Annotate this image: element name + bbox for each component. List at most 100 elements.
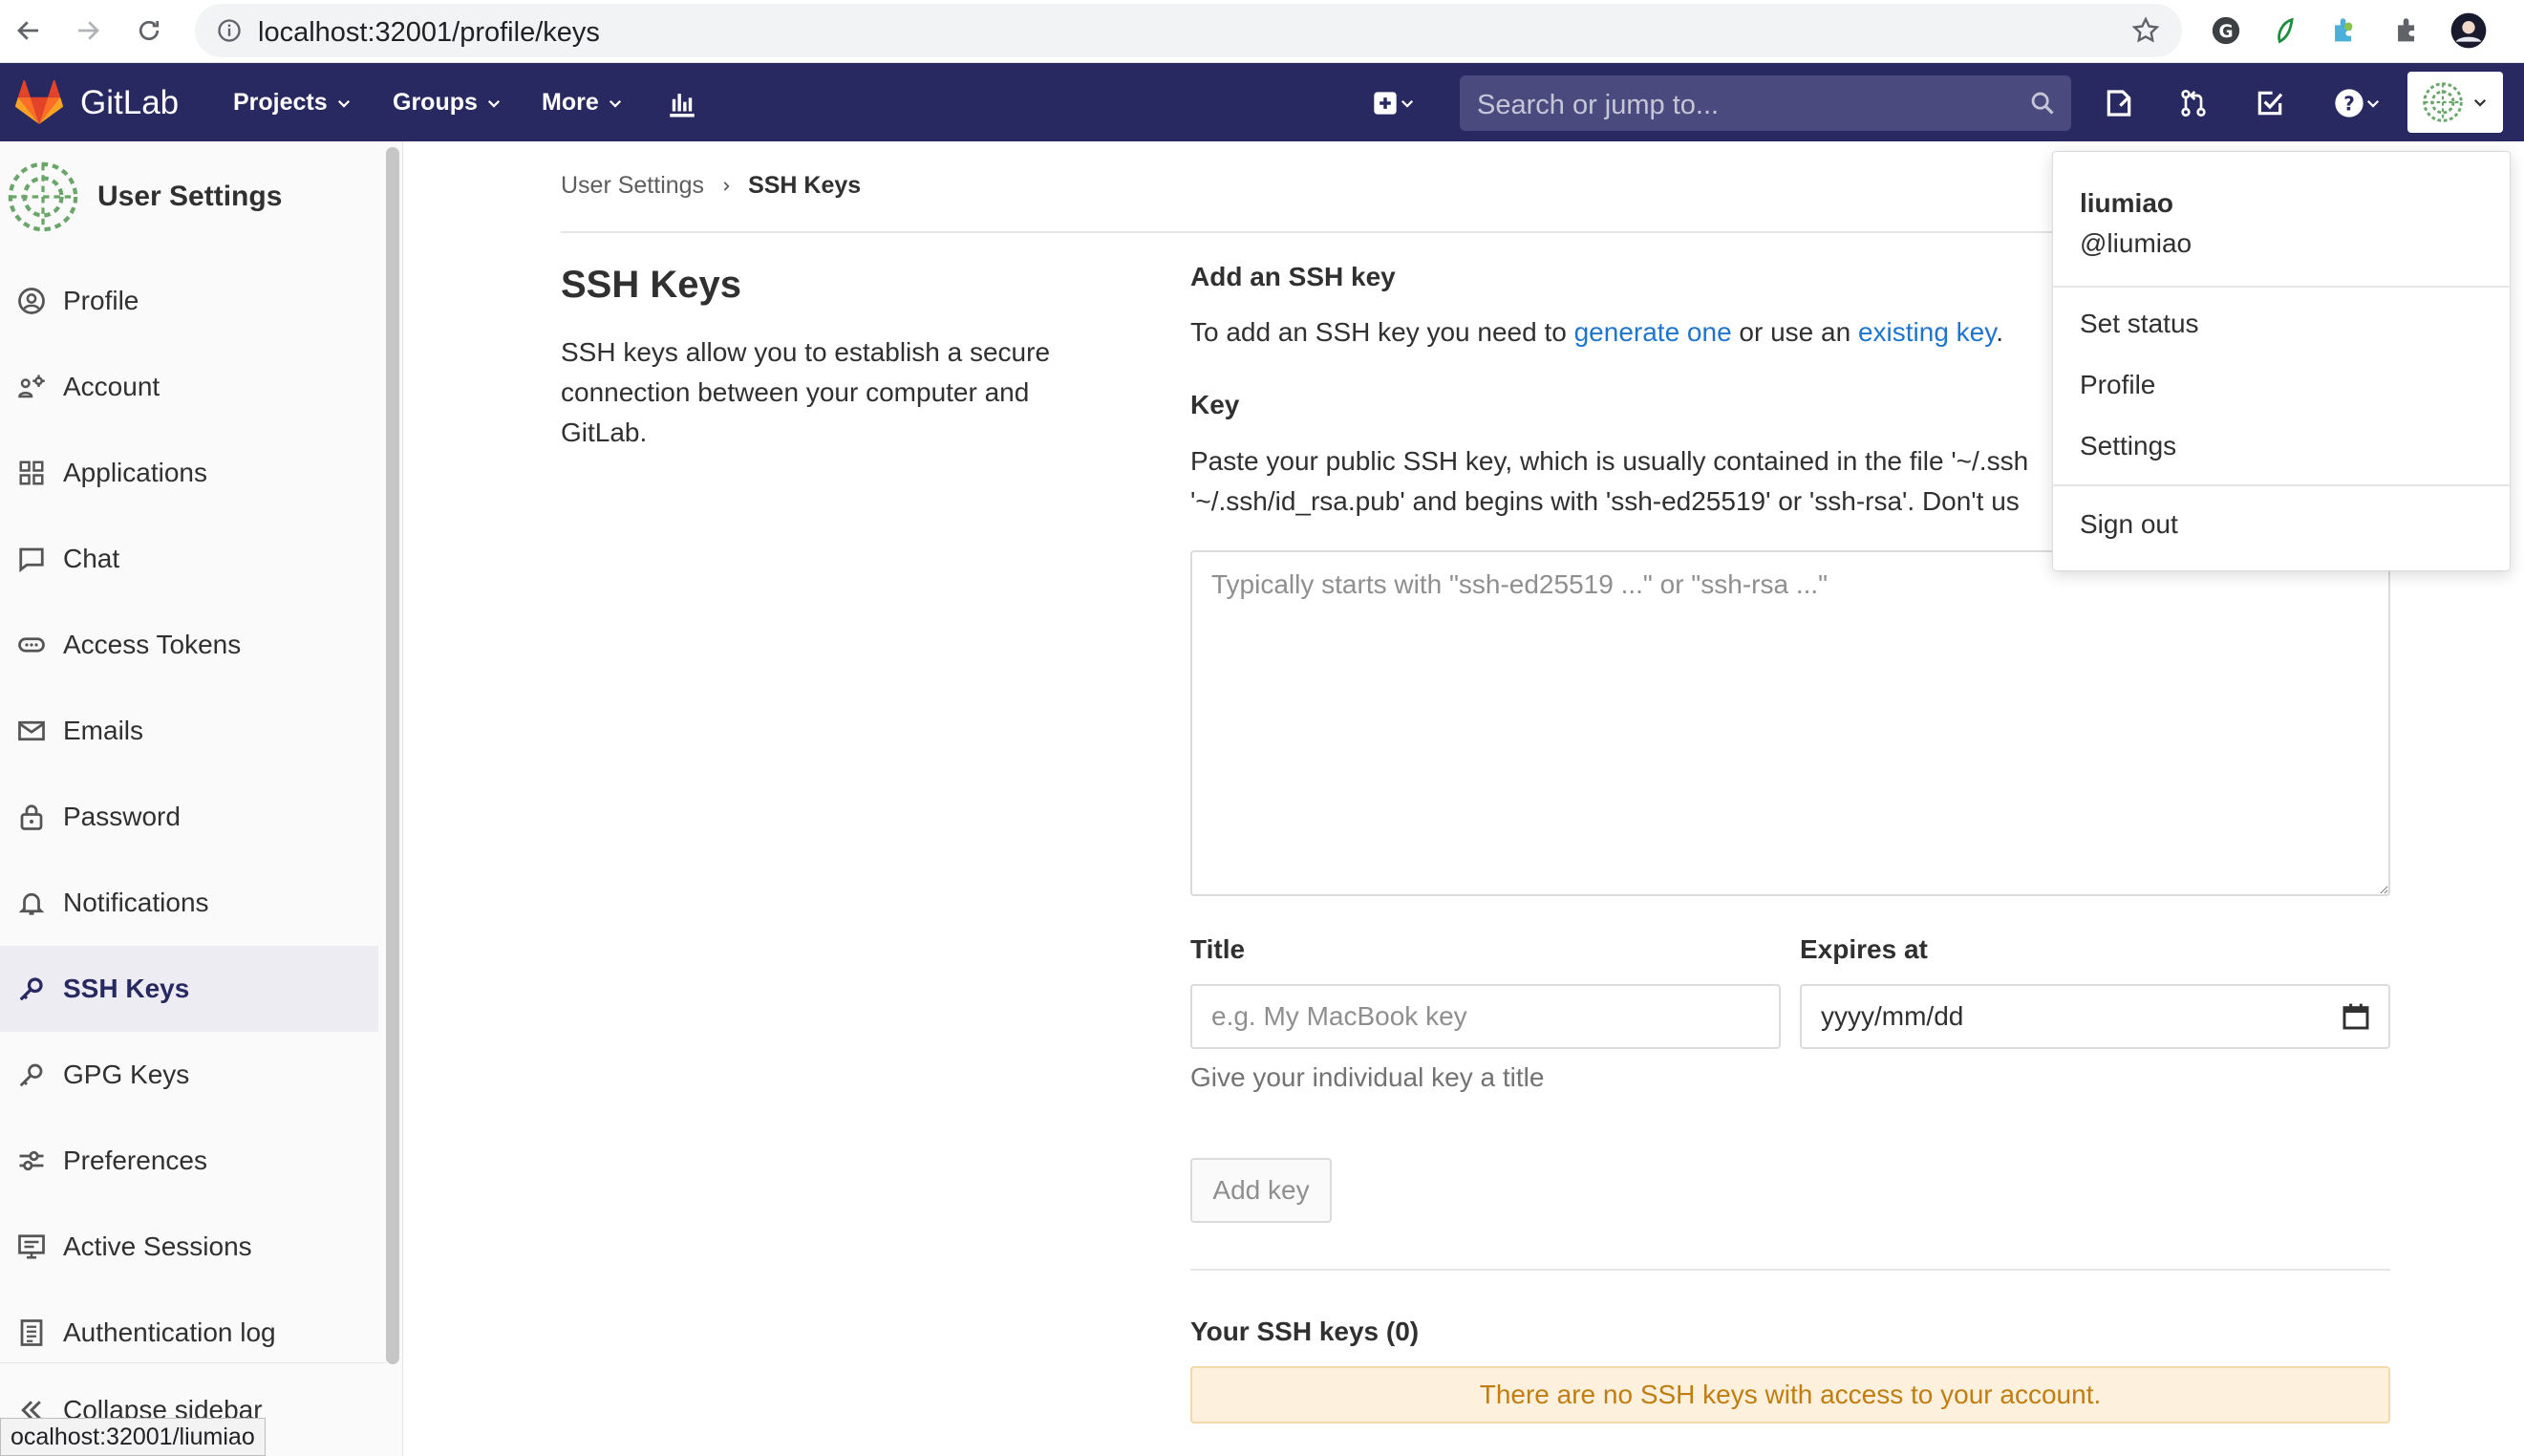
sidebar-item-applications[interactable]: Applications: [0, 430, 378, 516]
forward-button[interactable]: [69, 11, 107, 50]
add-ssh-key-instructions: To add an SSH key you need to generate o…: [1190, 317, 2003, 348]
existing-key-link[interactable]: existing key: [1858, 317, 1996, 347]
menu-projects-label: Projects: [233, 89, 328, 116]
issues-button[interactable]: [2098, 82, 2140, 124]
breadcrumb-current[interactable]: SSH Keys: [748, 172, 861, 200]
generate-one-link[interactable]: generate one: [1574, 317, 1732, 347]
chevron-down-icon: [2473, 98, 2487, 107]
add-key-button[interactable]: Add key: [1190, 1158, 1332, 1223]
user-dropdown-menu: liumiao @liumiao Set status Profile Sett…: [2052, 151, 2511, 571]
site-info-icon[interactable]: [216, 17, 243, 49]
sidebar-item-label: Account: [63, 372, 160, 401]
extension-puzzle-color-icon[interactable]: [2325, 11, 2364, 50]
chevron-right-icon: [723, 181, 730, 191]
sidebar-item-gpg-keys[interactable]: GPG Keys: [0, 1032, 378, 1118]
menu-more[interactable]: More: [542, 89, 624, 117]
chevron-down-icon: [609, 99, 621, 108]
lock-icon: [15, 801, 48, 833]
no-keys-alert: There are no SSH keys with access to you…: [1190, 1366, 2390, 1424]
bell-icon: [15, 887, 48, 919]
sign-out-item[interactable]: Sign out: [2080, 509, 2178, 540]
issues-icon: [2107, 90, 2131, 117]
section-divider: [1190, 1269, 2390, 1271]
applications-icon: [15, 457, 48, 489]
dropdown-user-name[interactable]: liumiao: [2080, 188, 2173, 219]
sidebar-header[interactable]: User Settings: [6, 161, 378, 233]
sidebar-item-label: Chat: [63, 544, 120, 573]
reload-button[interactable]: [130, 11, 168, 50]
sidebar-item-active-sessions[interactable]: Active Sessions: [0, 1204, 378, 1290]
ssh-key-textarea[interactable]: [1190, 550, 2390, 896]
key-icon: [15, 1059, 48, 1091]
user-avatar-button[interactable]: [2407, 72, 2503, 133]
settings-sidebar: User Settings Profile Account Applicatio…: [0, 141, 403, 1456]
key-icon: [15, 973, 48, 1005]
sidebar-item-ssh-keys[interactable]: SSH Keys: [0, 946, 378, 1032]
sidebar-item-access-tokens[interactable]: Access Tokens: [0, 602, 378, 688]
bookmark-star-icon[interactable]: [2130, 15, 2161, 51]
sidebar-title: User Settings: [97, 181, 283, 212]
settings-item[interactable]: Settings: [2080, 431, 2176, 461]
chevron-down-icon: [487, 99, 500, 108]
sidebar-item-account[interactable]: Account: [0, 344, 378, 430]
menu-projects[interactable]: Projects: [233, 89, 353, 117]
search-placeholder: Search or jump to...: [1477, 90, 1720, 120]
extensions-puzzle-icon[interactable]: [2388, 11, 2427, 50]
expires-placeholder: yyyy/mm/dd: [1821, 1001, 1964, 1031]
sidebar-item-label: Notifications: [63, 888, 209, 917]
chevron-down-icon: [337, 99, 350, 108]
title-label: Title: [1190, 934, 1246, 964]
menu-more-label: More: [542, 89, 599, 116]
profile-item[interactable]: Profile: [2080, 370, 2155, 400]
sidebar-item-label: Profile: [63, 286, 139, 315]
sidebar-item-emails[interactable]: Emails: [0, 688, 378, 774]
extension-grammar-icon[interactable]: G: [2207, 11, 2245, 50]
key-help-line-2: '~/.ssh/id_rsa.pub' and begins with 'ssh…: [1190, 486, 2020, 516]
search-input[interactable]: Search or jump to...: [1460, 75, 2071, 131]
title-input[interactable]: e.g. My MacBook key: [1190, 984, 1781, 1049]
sidebar-item-profile[interactable]: Profile: [0, 258, 378, 344]
sidebar-scrollbar[interactable]: [386, 147, 399, 1364]
sidebar-item-password[interactable]: Password: [0, 774, 378, 860]
dropdown-username[interactable]: @liumiao: [2080, 228, 2192, 259]
gitlab-logo-icon[interactable]: [15, 80, 63, 129]
user-avatar-icon: [2423, 82, 2463, 122]
back-button[interactable]: [10, 11, 48, 50]
activity-chart-button[interactable]: [661, 82, 703, 124]
todos-button[interactable]: [2249, 82, 2291, 124]
browser-toolbar: localhost:32001/profile/keys G: [0, 0, 2524, 63]
sidebar-item-label: Applications: [63, 458, 207, 487]
menu-groups[interactable]: Groups: [393, 89, 503, 117]
help-button[interactable]: ?: [2321, 82, 2394, 124]
breadcrumb-parent[interactable]: User Settings: [561, 172, 704, 200]
chevron-down-icon: [2366, 99, 2380, 108]
your-ssh-keys-heading: Your SSH keys (0): [1190, 1317, 1420, 1346]
new-item-button[interactable]: [1360, 82, 1427, 124]
bar-chart-icon: [670, 94, 695, 118]
plus-square-icon: [1374, 92, 1397, 115]
instructions-middle: or use an: [1731, 317, 1858, 347]
gitlab-brand[interactable]: GitLab: [80, 84, 179, 122]
set-status-item[interactable]: Set status: [2080, 309, 2199, 339]
sidebar-item-preferences[interactable]: Preferences: [0, 1118, 378, 1204]
gitlab-header: GitLab Projects Groups More Search or ju…: [0, 63, 2524, 141]
profile-icon: [15, 285, 48, 317]
browser-profile-avatar[interactable]: [2449, 11, 2488, 50]
key-help-text: Paste your public SSH key, which is usua…: [1190, 441, 2050, 522]
mail-icon: [15, 715, 48, 747]
expires-at-date-input[interactable]: yyyy/mm/dd: [1800, 984, 2390, 1049]
page-description: SSH keys allow you to establish a secure…: [561, 337, 1051, 447]
add-ssh-key-heading: Add an SSH key: [1190, 262, 1396, 291]
address-bar[interactable]: localhost:32001/profile/keys: [195, 4, 2182, 57]
merge-requests-button[interactable]: [2172, 82, 2214, 124]
reload-icon: [139, 20, 160, 41]
extension-leaf-icon[interactable]: [2266, 11, 2304, 50]
svg-text:G: G: [2218, 22, 2233, 42]
sidebar-item-label: Active Sessions: [63, 1231, 252, 1261]
sidebar-item-label: Emails: [63, 716, 144, 745]
breadcrumb: User Settings SSH Keys: [561, 172, 861, 200]
sidebar-item-chat[interactable]: Chat: [0, 516, 378, 602]
key-help-line-1: Paste your public SSH key, which is usua…: [1190, 446, 2029, 476]
sidebar-item-notifications[interactable]: Notifications: [0, 860, 378, 946]
calendar-icon[interactable]: [2341, 1001, 2371, 1038]
